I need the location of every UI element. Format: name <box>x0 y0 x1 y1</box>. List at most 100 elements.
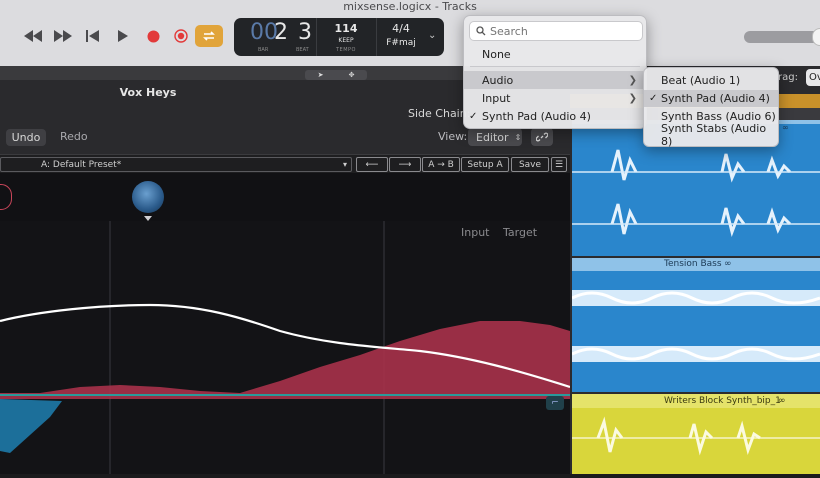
menu-item-label: Input <box>482 91 511 105</box>
chevron-right-icon: ❯ <box>628 74 637 86</box>
submenu-item-label: Beat (Audio 1) <box>661 74 741 87</box>
side-chain-menu: None Audio ❯ Input ❯ ✓ Synth Pad (Audio … <box>463 15 647 129</box>
skip-back-icon <box>86 30 99 42</box>
submenu-item-beat[interactable]: Beat (Audio 1) <box>644 72 778 89</box>
fast-forward-icon <box>54 30 72 42</box>
submenu-item-label: Synth Pad (Audio 4) <box>661 92 770 105</box>
redo-button[interactable]: Redo <box>60 130 88 143</box>
region-name-tension-bass: Tension Bass <box>664 259 722 269</box>
go-to-start-button[interactable] <box>82 26 104 46</box>
record-button[interactable] <box>142 26 164 46</box>
tempo-mode: KEEP <box>338 37 354 44</box>
updown-chevron-icon: ⇕ <box>514 132 522 142</box>
next-preset-button[interactable]: ⟶ <box>389 157 421 172</box>
search-icon <box>476 26 486 36</box>
bar-value: 2 <box>274 20 288 45</box>
loop-icon: ∞ <box>778 396 786 406</box>
region-tension-bass[interactable] <box>571 258 820 392</box>
key-signature: F#maj <box>386 38 416 48</box>
master-volume-knob[interactable] <box>812 28 820 46</box>
view-value: Editor <box>476 130 509 144</box>
view-label: View: <box>438 130 468 143</box>
link-button[interactable] <box>531 128 553 146</box>
region-header-writers-block: Writers Block Synth_bip_1 ∞ <box>572 394 820 408</box>
checkmark-icon: ✓ <box>469 110 478 122</box>
waveform-2 <box>571 290 820 362</box>
time-signature: 4/4 <box>392 22 410 35</box>
menu-item-label: None <box>482 47 511 61</box>
spectrum-editor[interactable]: Input Target ⌐ <box>0 221 571 474</box>
arrow-left-icon: ⟵ <box>365 159 379 170</box>
menu-item-label: Audio <box>482 73 514 87</box>
undo-button[interactable]: Undo <box>6 129 46 146</box>
plugin-control-area <box>0 173 570 221</box>
sphere-knob[interactable] <box>132 181 164 213</box>
rewind-icon <box>24 30 42 42</box>
submenu-item-label: Synth Stabs (Audio 8) <box>661 121 767 148</box>
tempo-display: 114 KEEP TEMPO <box>316 18 377 56</box>
marquee-tool-icon: ✥ <box>348 71 355 79</box>
beat-value: 3 <box>298 20 312 45</box>
search-input[interactable] <box>488 23 642 39</box>
previous-preset-button[interactable]: ⟵ <box>356 157 388 172</box>
shelf-filter-button[interactable]: ⌐ <box>546 396 564 410</box>
legend-target: Target <box>503 226 538 239</box>
preset-bar: A: Default Preset* ▾ ⟵ ⟶ A → B Setup A S… <box>0 154 570 174</box>
chevron-down-icon: ▾ <box>342 160 347 169</box>
preset-selector[interactable]: A: Default Preset* ▾ <box>0 157 352 172</box>
menu-item-label: Synth Pad (Audio 4) <box>482 109 591 123</box>
menu-button[interactable]: ☰ <box>551 157 567 172</box>
play-button[interactable] <box>112 26 134 46</box>
fast-forward-button[interactable] <box>52 26 74 46</box>
bar-label: BAR <box>258 47 269 53</box>
region-name-writers-block: Writers Block Synth_bip_1 <box>664 396 781 406</box>
checkmark-icon: ✓ <box>649 93 658 104</box>
loop-icon: ∞ <box>724 259 732 269</box>
menu-item-input[interactable]: Input ❯ <box>464 89 646 107</box>
hamburger-icon: ☰ <box>554 159 564 170</box>
region-header-tension-bass: Tension Bass ∞ <box>572 258 820 271</box>
tool-selector[interactable]: ➤ ✥ <box>305 70 367 80</box>
submenu-item-synth-stabs[interactable]: Synth Stabs (Audio 8) <box>644 122 778 148</box>
cycle-icon <box>203 31 215 41</box>
undo-label: Undo <box>11 131 41 144</box>
audio-submenu: Beat (Audio 1) ✓ Synth Pad (Audio 4) Syn… <box>643 67 779 148</box>
window-title: mixsense.logicx - Tracks <box>343 0 477 13</box>
loop-icon: ∞ <box>782 123 789 132</box>
plugin-title: Vox Heys <box>119 86 177 99</box>
cycle-button[interactable] <box>195 25 223 47</box>
copy-a-to-b-button[interactable]: A → B <box>422 157 460 172</box>
lcd-display[interactable]: 00 2 3 BAR BEAT 114 KEEP TEMPO 4/4 F#maj… <box>234 18 444 56</box>
setup-a-button[interactable]: Setup A <box>461 157 509 172</box>
chevron-right-icon: ❯ <box>628 92 637 104</box>
menu-search-field[interactable] <box>469 21 643 41</box>
submenu-item-synth-pad[interactable]: ✓ Synth Pad (Audio 4) <box>644 90 778 107</box>
menu-item-audio[interactable]: Audio ❯ <box>464 71 646 89</box>
master-volume-slider[interactable] <box>744 31 820 43</box>
signature-display: 4/4 F#maj <box>376 18 426 56</box>
capture-record-icon <box>174 29 188 43</box>
link-icon <box>536 132 548 142</box>
menu-divider <box>470 66 640 67</box>
shelf-icon: ⌐ <box>551 398 559 408</box>
side-chain-label: Side Chain: <box>408 107 471 120</box>
chevron-down-icon[interactable]: ⌄ <box>428 30 436 41</box>
low-band-fill <box>0 399 62 453</box>
legend-input: Input <box>461 226 490 239</box>
menu-item-none[interactable]: None <box>464 45 646 63</box>
rewind-button[interactable] <box>22 26 44 46</box>
arrow-right-icon: ⟶ <box>398 159 412 170</box>
save-preset-button[interactable]: Save <box>511 157 549 172</box>
position-display: 00 2 3 BAR BEAT <box>234 18 317 56</box>
drag-mode-selector[interactable]: Ov <box>806 69 820 86</box>
preset-name: A: Default Preset* <box>41 159 122 170</box>
record-icon <box>147 30 159 42</box>
play-icon <box>118 30 128 42</box>
menu-item-synth-pad[interactable]: ✓ Synth Pad (Audio 4) <box>464 107 646 125</box>
tempo-label: TEMPO <box>336 47 356 53</box>
tempo-value: 114 <box>334 22 358 35</box>
beat-label: BEAT <box>296 47 309 53</box>
spectrum-graph <box>0 221 571 474</box>
capture-record-button[interactable] <box>170 26 192 46</box>
view-selector[interactable]: Editor ⇕ <box>468 128 522 146</box>
